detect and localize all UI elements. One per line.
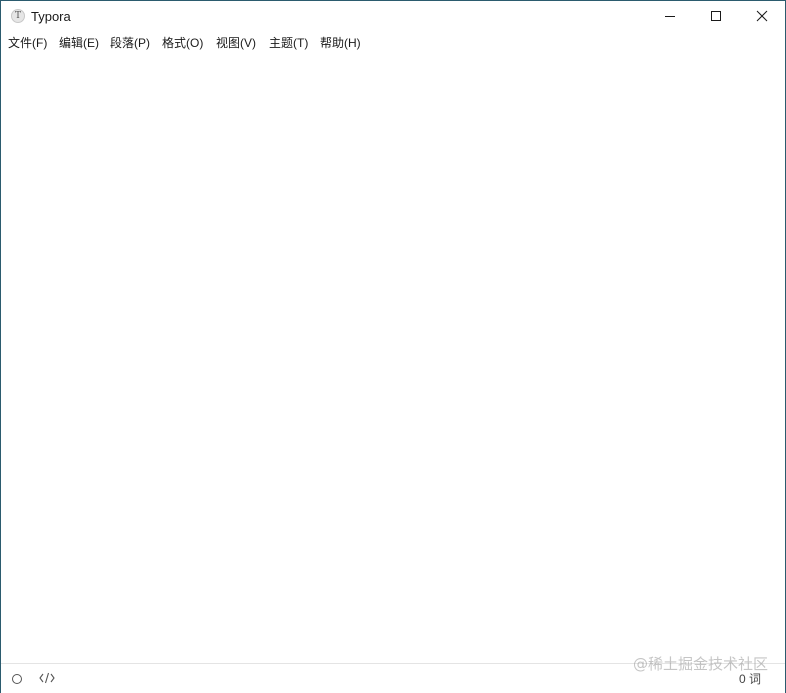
minimize-icon [665, 16, 675, 17]
close-icon [756, 10, 768, 22]
word-count[interactable]: 0 词 [739, 672, 761, 686]
editor-area[interactable] [1, 54, 785, 662]
menu-theme[interactable]: 主题(T) [269, 35, 308, 51]
typora-app-icon: T [11, 9, 25, 23]
menu-bar: 文件(F) 编辑(E) 段落(P) 格式(O) 视图(V) 主题(T) 帮助(H… [1, 32, 785, 54]
source-code-icon [39, 672, 55, 684]
menu-file[interactable]: 文件(F) [8, 35, 47, 51]
maximize-button[interactable] [693, 1, 739, 32]
close-button[interactable] [739, 1, 785, 32]
watermark: @稀土掘金技术社区 [632, 655, 768, 673]
typora-window: T Typora 文件(F) 编辑(E) 段落(P) 格式(O) 视图(V) 主… [0, 0, 786, 693]
menu-format[interactable]: 格式(O) [162, 35, 203, 51]
menu-help[interactable]: 帮助(H) [320, 35, 361, 51]
menu-edit[interactable]: 编辑(E) [59, 35, 99, 51]
menu-paragraph[interactable]: 段落(P) [110, 35, 150, 51]
window-title: Typora [31, 9, 71, 24]
menu-view[interactable]: 视图(V) [216, 35, 256, 51]
maximize-icon [711, 11, 721, 21]
outline-circle-icon[interactable] [12, 674, 22, 684]
title-bar[interactable]: T Typora [1, 1, 785, 32]
source-code-toggle[interactable] [39, 671, 55, 690]
minimize-button[interactable] [647, 1, 693, 32]
